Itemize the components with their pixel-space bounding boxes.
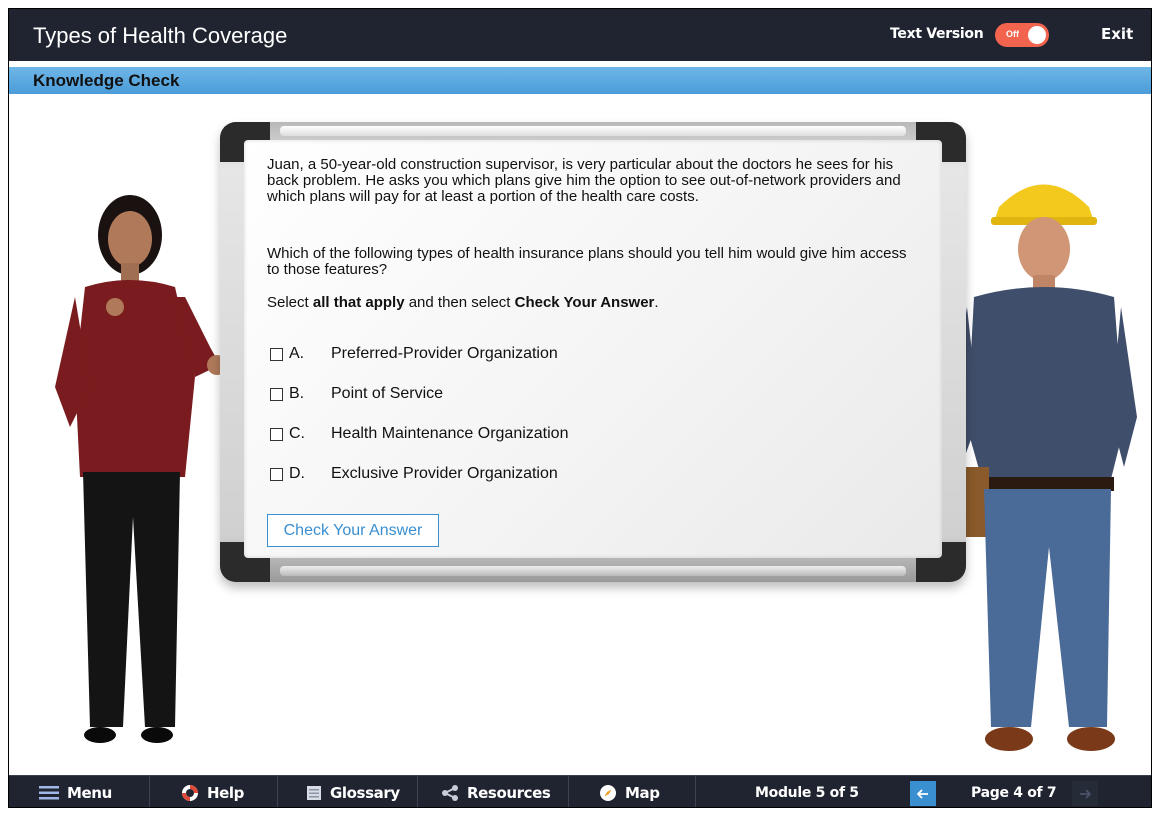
instruction-emphasis: all that apply [312,294,405,311]
option-letter: D. [289,465,305,482]
nav-divider [149,776,150,807]
option-label: Point of Service [331,385,444,402]
option-label: Health Maintenance Organization [331,425,569,442]
footer-nav: Menu Help Glossary Resources Map Module … [9,775,1151,807]
next-page-button[interactable] [1072,781,1098,806]
compass-icon [600,785,616,801]
module-indicator: Module 5 of 5 [755,785,859,801]
answer-option-a[interactable]: A. Preferred-Provider Organization [270,344,558,364]
course-title: Types of Health Coverage [33,23,288,48]
menu-button[interactable]: Menu [39,776,112,807]
text-version-toggle[interactable]: Off [995,23,1049,47]
course-window: Types of Health Coverage Text Version Of… [8,8,1152,808]
nav-divider [695,776,696,807]
woman-presenter-image [55,195,225,743]
question-instruction: Select all that apply and then select Ch… [267,295,907,311]
board-rail [280,566,906,576]
answer-option-b[interactable]: B. Point of Service [270,384,443,404]
arrow-left-icon [917,788,928,799]
answer-option-d[interactable]: D. Exclusive Provider Organization [270,464,558,484]
checkbox[interactable] [270,387,283,401]
text-version-label: Text Version [890,26,984,42]
nav-divider [277,776,278,807]
instruction-emphasis: Check Your Answer [514,294,655,311]
checkbox[interactable] [270,467,283,481]
option-letter: B. [289,385,305,402]
section-title: Knowledge Check [33,71,180,90]
header-bar: Types of Health Coverage Text Version Of… [9,9,1151,61]
question-scenario: Juan, a 50-year-old construction supervi… [267,156,901,205]
arrow-right-icon [1080,788,1091,799]
section-bar: Knowledge Check [9,67,1151,94]
help-label: Help [207,784,245,802]
resources-label: Resources [467,784,551,802]
book-icon [307,786,321,800]
page-indicator: Page 4 of 7 [971,785,1057,801]
glossary-label: Glossary [330,784,400,802]
glossary-button[interactable]: Glossary [306,776,400,807]
checkbox[interactable] [270,347,283,361]
hamburger-icon [39,786,59,800]
instruction-text: Select [267,294,313,311]
exit-button[interactable]: Exit [1101,25,1133,43]
toggle-state-label: Off [1006,29,1019,39]
menu-label: Menu [67,784,112,802]
option-letter: C. [289,425,305,442]
question-prompt: Which of the following types of health i… [267,245,907,278]
lifebuoy-icon [182,785,198,801]
option-letter: A. [289,345,305,362]
answer-option-c[interactable]: C. Health Maintenance Organization [270,424,568,444]
instruction-text: . [654,294,659,311]
share-icon [442,785,458,801]
resources-button[interactable]: Resources [441,776,551,807]
option-label: Exclusive Provider Organization [331,465,558,482]
nav-divider [417,776,418,807]
toggle-knob [1028,26,1046,44]
construction-worker-image [949,184,1137,751]
option-label: Preferred-Provider Organization [331,345,558,362]
previous-page-button[interactable] [910,781,936,806]
checkbox[interactable] [270,427,283,441]
check-answer-button[interactable]: Check Your Answer [267,514,439,547]
map-label: Map [625,784,660,802]
board-rail [280,126,906,136]
instruction-text: and then select [404,294,515,311]
nav-divider [568,776,569,807]
map-button[interactable]: Map [599,776,660,807]
help-button[interactable]: Help [181,776,245,807]
